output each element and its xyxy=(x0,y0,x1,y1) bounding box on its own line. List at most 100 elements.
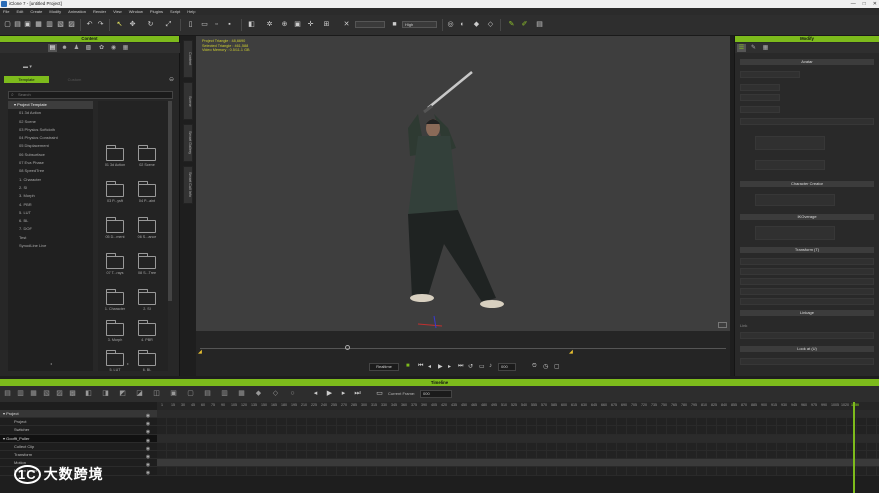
ikoverage-button[interactable] xyxy=(755,226,835,240)
tree-item[interactable]: Test xyxy=(8,234,93,242)
track-row[interactable]: Collect Clip xyxy=(0,443,157,451)
track-header[interactable]: ▾ Project xyxy=(0,410,157,419)
transform-row[interactable] xyxy=(740,288,874,295)
viewport-expand-icon[interactable] xyxy=(718,322,727,328)
tree-item[interactable]: 03 Physics Softcloth xyxy=(8,126,93,134)
content-scrollbar[interactable] xyxy=(168,101,172,301)
timeline-tool-icon[interactable]: ▥ xyxy=(220,389,229,398)
character-creator-button[interactable] xyxy=(755,194,835,206)
section-character-creator[interactable]: Character Creator xyxy=(740,181,874,187)
next-frame-icon[interactable]: ▸ xyxy=(448,363,451,370)
stage-category-icon[interactable]: ▩ xyxy=(84,44,93,52)
tree-item[interactable]: 08 SpeedTree xyxy=(8,167,93,175)
folder-thumbnail[interactable]: 6. BL xyxy=(132,350,162,373)
linkage-row[interactable] xyxy=(740,332,874,339)
fps-icon[interactable]: ◷ xyxy=(543,363,548,370)
section-linkage[interactable]: Linkage xyxy=(740,310,874,316)
align-icon[interactable]: ▯ xyxy=(186,20,195,29)
grid-icon[interactable]: ▪ xyxy=(225,20,234,29)
frame-field[interactable]: 000 xyxy=(498,363,516,371)
render-icon[interactable]: ▨ xyxy=(67,20,76,29)
range-end-marker[interactable]: ◢ xyxy=(569,349,573,355)
track-lane[interactable] xyxy=(157,410,879,419)
timeline-tool-icon[interactable]: ▦ xyxy=(237,389,246,398)
timeline-ruler[interactable]: 1 15 30 45 60 75 90 105 120 135 150 165 … xyxy=(157,402,879,410)
tab-template[interactable]: Template xyxy=(4,76,49,83)
timeline-tool-icon[interactable]: ◫ xyxy=(152,389,161,398)
zoom-out-icon[interactable]: ◂ xyxy=(50,361,52,366)
cross-view-icon[interactable]: ✕ xyxy=(342,20,351,29)
avatar-option-row[interactable] xyxy=(740,84,780,91)
media-category-icon[interactable]: ▦ xyxy=(121,44,130,52)
track-lane[interactable] xyxy=(157,442,879,451)
track-visibility-icons[interactable]: ◉ ◉ ◉ ◉ ◉ ◉ ◉ ◉ xyxy=(142,412,154,482)
current-frame-field[interactable]: 000 xyxy=(420,390,452,398)
timer-icon[interactable]: ⏲ xyxy=(532,363,537,370)
track-lane[interactable] xyxy=(157,467,879,476)
menu-script[interactable]: Script xyxy=(170,8,180,15)
folder-thumbnail[interactable]: 04 P...aint xyxy=(132,181,162,204)
orbit-icon[interactable]: ⊕ xyxy=(280,20,289,29)
timeline-end-icon[interactable]: ⏭ xyxy=(353,389,362,398)
tab-smart-gallery[interactable]: Smart Gallery xyxy=(183,124,193,162)
track-header[interactable]: ▾ Goofft_Puller xyxy=(0,434,157,443)
timeline-tool-icon[interactable]: ▩ xyxy=(68,389,77,398)
undo-icon[interactable]: ↶ xyxy=(85,20,94,29)
search-input[interactable]: Search xyxy=(8,91,173,99)
new-project-icon[interactable]: ▢ xyxy=(3,20,12,29)
timeline-tool-icon[interactable]: ○ xyxy=(288,389,297,398)
menu-help[interactable]: Help xyxy=(187,8,195,15)
screen-icon[interactable]: ▭ xyxy=(479,363,485,370)
menu-create[interactable]: Create xyxy=(30,8,42,15)
go-start-icon[interactable]: ⏮ xyxy=(418,363,423,370)
avatar-name-field[interactable] xyxy=(740,71,800,78)
menu-modify[interactable]: Modify xyxy=(49,8,61,15)
export-fbx-icon[interactable]: ▤ xyxy=(535,20,544,29)
tree-item[interactable]: 01 3d Action xyxy=(8,109,93,117)
menu-view[interactable]: View xyxy=(113,8,122,15)
maximize-button[interactable]: □ xyxy=(863,0,866,8)
edit-motion-icon[interactable]: ✎ xyxy=(507,20,516,29)
tree-item[interactable]: 05 Displacement xyxy=(8,142,93,150)
folder-thumbnail[interactable]: 02 Scene xyxy=(132,145,162,168)
tree-item[interactable]: 7. DOF xyxy=(8,225,93,233)
track-lane[interactable] xyxy=(157,434,879,443)
fit-view-icon[interactable]: ▫ xyxy=(212,20,221,29)
folder-thumbnail[interactable]: 2. SI xyxy=(132,289,162,312)
material-tab-icon[interactable]: ✎ xyxy=(749,44,758,52)
camera-icon[interactable]: ▣ xyxy=(293,20,302,29)
zoom-in-icon[interactable]: ▸ xyxy=(127,361,129,366)
tree-item[interactable]: 02 Scene xyxy=(8,118,93,126)
look-at-row[interactable] xyxy=(740,358,874,365)
track-row[interactable]: Switcher xyxy=(0,426,157,435)
timeline-tool-icon[interactable]: ◧ xyxy=(84,389,93,398)
timeline-tool-icon[interactable]: ◇ xyxy=(271,389,280,398)
tree-item[interactable]: 04 Physics Constraint xyxy=(8,134,93,142)
avatar-option-row[interactable] xyxy=(740,94,780,101)
redo-icon[interactable]: ↷ xyxy=(96,20,105,29)
folder-thumbnail[interactable]: 3. Morph xyxy=(100,320,130,343)
timeline-tool-icon[interactable]: ◪ xyxy=(135,389,144,398)
timeline-tool-icon[interactable]: ◨ xyxy=(101,389,110,398)
render-quality-dropdown[interactable]: High xyxy=(402,21,437,28)
zoom-dropdown[interactable] xyxy=(355,21,385,28)
prop-category-icon[interactable]: ♟ xyxy=(72,44,81,52)
timeline-tool-icon[interactable]: ▢ xyxy=(186,389,195,398)
timeline-tool-icon[interactable]: ◩ xyxy=(118,389,127,398)
rotate-tool-icon[interactable]: ↻ xyxy=(146,20,155,29)
folder-thumbnail[interactable]: 03 P...ysft xyxy=(100,181,130,204)
set-category-icon[interactable]: ✿ xyxy=(97,44,106,52)
tree-item[interactable]: SynodLine Live xyxy=(8,242,93,250)
template-category-icon[interactable]: ▤ xyxy=(48,44,57,52)
minimize-button[interactable]: — xyxy=(851,0,856,8)
texture-tab-icon[interactable]: ▦ xyxy=(761,44,770,52)
timeline-screen-icon[interactable]: ▭ xyxy=(375,389,384,398)
physics-icon[interactable]: ◎ xyxy=(446,20,455,29)
track-lane[interactable] xyxy=(157,451,879,460)
tree-item[interactable]: 5. LUT xyxy=(8,209,93,217)
timeline-tool-icon[interactable]: ▧ xyxy=(42,389,51,398)
timeline-tool-icon[interactable]: ▤ xyxy=(203,389,212,398)
folder-thumbnail[interactable]: 07 T...rays xyxy=(100,253,130,276)
tree-item[interactable]: 4. PBR xyxy=(8,201,93,209)
preview-camera-icon[interactable]: ■ xyxy=(390,20,399,29)
